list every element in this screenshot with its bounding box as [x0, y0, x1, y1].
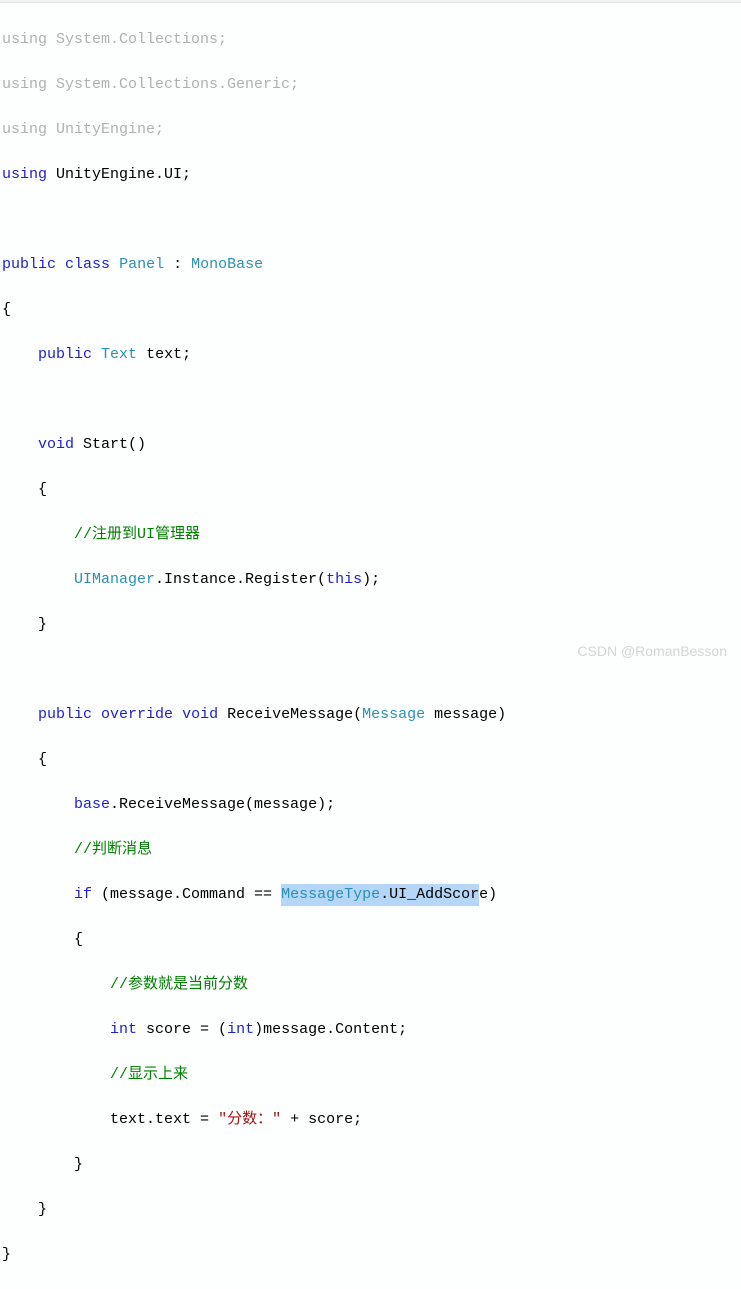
code-text: :: [164, 256, 191, 273]
code-line: using System.Collections;: [2, 29, 741, 52]
code-line: //注册到UI管理器: [2, 524, 741, 547]
code-text: text.text =: [110, 1111, 218, 1128]
type-messagetype: MessageType: [281, 886, 380, 903]
keyword-int: int: [227, 1021, 254, 1038]
code-text: score = (: [137, 1021, 227, 1038]
code-line: void Start(): [2, 434, 741, 457]
keyword-base: base: [74, 796, 110, 813]
code-text: .Instance.Register(: [155, 571, 326, 588]
code-line: //参数就是当前分数: [2, 974, 741, 997]
code-line: //判断消息: [2, 839, 741, 862]
brace-open: {: [2, 299, 741, 322]
keyword-this: this: [326, 571, 362, 588]
inactive-using: using UnityEngine;: [2, 121, 164, 138]
brace-close: }: [2, 1244, 741, 1267]
code-blank-line: [2, 209, 741, 232]
brace-close: }: [2, 1199, 741, 1222]
type-monobase: MonoBase: [191, 256, 263, 273]
type-message: Message: [362, 706, 425, 723]
code-line: int score = (int)message.Content;: [2, 1019, 741, 1042]
code-text: )message.Content;: [254, 1021, 407, 1038]
keyword-void: void: [182, 706, 218, 723]
comment: //参数就是当前分数: [110, 976, 248, 993]
keyword-void: void: [38, 436, 74, 453]
comment: //判断消息: [74, 841, 152, 858]
code-line: text.text = "分数：" + score;: [2, 1109, 741, 1132]
keyword-public: public: [38, 706, 92, 723]
code-line: public class Panel : MonoBase: [2, 254, 741, 277]
code-line: UIManager.Instance.Register(this);: [2, 569, 741, 592]
brace-close: }: [2, 614, 741, 637]
keyword-using: using: [2, 166, 47, 183]
brace-open: {: [2, 749, 741, 772]
comment: //注册到UI管理器: [74, 526, 200, 543]
keyword-int: int: [110, 1021, 137, 1038]
inactive-using: using System.Collections;: [2, 31, 227, 48]
keyword-public: public: [38, 346, 92, 363]
keyword-public: public: [2, 256, 56, 273]
keyword-override: override: [101, 706, 173, 723]
code-text: + score;: [281, 1111, 362, 1128]
type-panel: Panel: [119, 256, 164, 273]
code-editor-viewport: using System.Collections; using System.C…: [0, 0, 741, 1289]
inactive-using: using System.Collections.Generic;: [2, 76, 299, 93]
code-text: .UI_AddScor: [380, 886, 479, 903]
code-line: public override void ReceiveMessage(Mess…: [2, 704, 741, 727]
code-text: e): [479, 886, 497, 903]
selection-highlight: MessageType.UI_AddScor: [281, 884, 479, 907]
type-text: Text: [101, 346, 137, 363]
keyword-class: class: [65, 256, 110, 273]
code-text: message): [425, 706, 506, 723]
code-text: );: [362, 571, 380, 588]
code-line: public Text text;: [2, 344, 741, 367]
code-text: (message.Command ==: [92, 886, 281, 903]
code-text: .ReceiveMessage(message);: [110, 796, 335, 813]
code-line: using System.Collections.Generic;: [2, 74, 741, 97]
code-line: if (message.Command == MessageType.UI_Ad…: [2, 884, 741, 907]
editor-top-border: [0, 0, 741, 3]
brace-close: }: [2, 1154, 741, 1177]
code-text: Start(): [74, 436, 146, 453]
comment: //显示上来: [110, 1066, 188, 1083]
code-line: using UnityEngine;: [2, 119, 741, 142]
keyword-if: if: [74, 886, 92, 903]
code-text: text;: [137, 346, 191, 363]
code-line: base.ReceiveMessage(message);: [2, 794, 741, 817]
code-blank-line: [2, 389, 741, 412]
brace-open: {: [2, 929, 741, 952]
type-uimanager: UIManager: [74, 571, 155, 588]
string-literal: "分数：": [218, 1111, 281, 1128]
code-line: //显示上来: [2, 1064, 741, 1087]
code-text: UnityEngine.UI;: [47, 166, 191, 183]
brace-open: {: [2, 479, 741, 502]
code-line: using UnityEngine.UI;: [2, 164, 741, 187]
code-text: ReceiveMessage(: [218, 706, 362, 723]
